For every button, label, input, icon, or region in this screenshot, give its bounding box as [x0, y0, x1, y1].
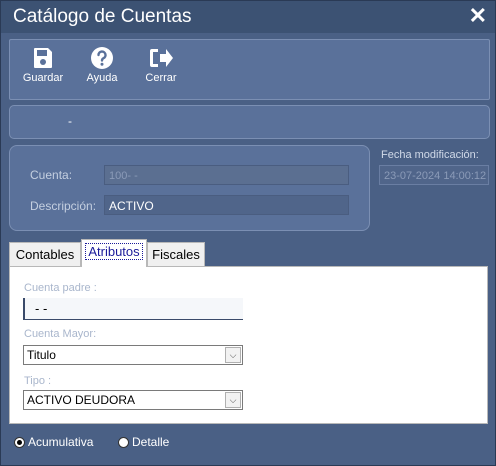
attributes-panel: Cuenta padre : - - Cuenta Mayor: Titulo … [9, 266, 488, 424]
floppy-disk-icon [34, 48, 52, 68]
major-account-select[interactable]: Titulo ⌵ [23, 345, 243, 365]
account-info-bar: - [9, 105, 490, 139]
toolbar: Guardar Ayuda Cerrar [9, 39, 490, 100]
major-account-label: Cuenta Mayor: [24, 328, 97, 340]
tab-contables[interactable]: Contables [9, 242, 81, 266]
detail-radio[interactable]: Detalle [118, 435, 169, 449]
exit-button[interactable]: Cerrar [142, 46, 180, 84]
chevron-down-icon[interactable]: ⌵ [225, 347, 241, 363]
parent-account-input[interactable]: - - [23, 298, 243, 320]
save-label: Guardar [22, 72, 64, 84]
help-label: Ayuda [86, 72, 118, 84]
detail-label: Detalle [132, 435, 170, 449]
question-circle-icon [91, 47, 113, 69]
help-button[interactable]: Ayuda [82, 46, 122, 84]
modified-date-label: Fecha modificación: [381, 149, 479, 161]
accumulative-radio[interactable]: Acumulativa [14, 435, 93, 449]
type-value: ACTIVO DEUDORA [27, 393, 136, 407]
window-title: Catálogo de Cuentas [13, 6, 192, 27]
modified-date-field: 23-07-2024 14:00:12 [379, 165, 489, 185]
account-label: Cuenta: [30, 168, 73, 182]
type-select[interactable]: ACTIVO DEUDORA ⌵ [23, 390, 243, 410]
radio-empty-icon [118, 437, 129, 448]
account-field[interactable]: 100- - [104, 165, 349, 185]
tab-fiscales[interactable]: Fiscales [147, 242, 205, 266]
catalog-window: Catálogo de Cuentas ✕ Guardar Ayuda Cerr… [0, 0, 496, 466]
info-bar-text: - [68, 114, 72, 128]
accumulative-label: Acumulativa [28, 435, 94, 449]
type-label: Tipo : [24, 375, 52, 387]
exit-arrow-icon [150, 49, 173, 67]
account-header-panel: Cuenta: 100- - Descripción: ACTIVO [9, 145, 370, 231]
description-label: Descripción: [30, 199, 97, 213]
close-icon[interactable]: ✕ [469, 3, 487, 29]
major-account-value: Titulo [27, 348, 56, 362]
parent-account-label: Cuenta padre : [24, 282, 97, 294]
save-button[interactable]: Guardar [22, 46, 64, 84]
tab-atributos[interactable]: Atributos [81, 239, 147, 267]
tab-atributos-label: Atributos [85, 243, 143, 260]
title-bar: Catálogo de Cuentas ✕ [1, 1, 495, 33]
description-field[interactable]: ACTIVO [104, 195, 349, 215]
radio-selected-icon [14, 437, 25, 448]
exit-label: Cerrar [145, 72, 177, 84]
chevron-down-icon[interactable]: ⌵ [225, 392, 241, 408]
